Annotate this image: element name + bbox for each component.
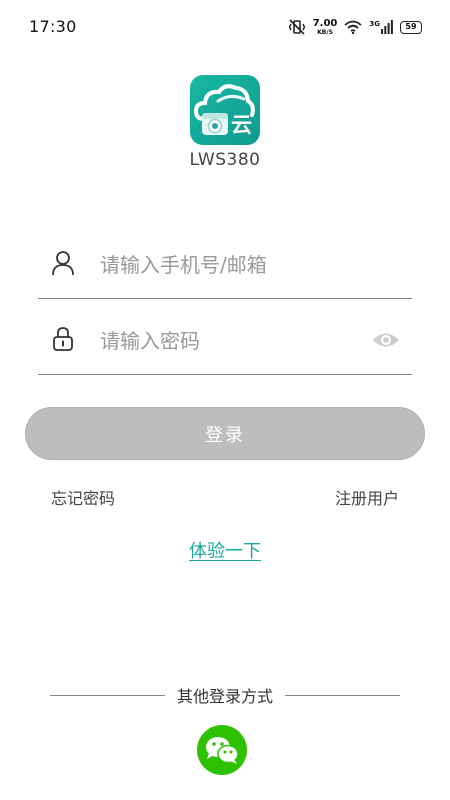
register-link[interactable]: 注册用户 [335, 485, 399, 509]
signal-bars-icon [381, 20, 393, 34]
password-input[interactable] [98, 320, 362, 362]
network-type: 3G [369, 20, 380, 28]
battery-indicator: 59 [400, 20, 422, 34]
status-time: 17:30 [29, 17, 77, 36]
status-icons: 7.00 KB/S 3G 59 [288, 16, 422, 38]
lock-icon [53, 327, 73, 351]
other-login-label: 其他登录方式 [177, 687, 274, 706]
net-speed: 7.00 KB/S [312, 17, 338, 36]
other-login-divider: 其他登录方式 [50, 683, 401, 707]
login-button[interactable]: 登录 [25, 407, 425, 460]
net-speed-unit: KB/S [317, 28, 333, 36]
logo-char: 云 [231, 113, 252, 137]
cell-signal: 3G [369, 20, 393, 34]
vibrate-mute-icon [288, 19, 305, 35]
trial-link[interactable]: 体验一下 [189, 541, 261, 562]
divider-line-left [50, 694, 165, 696]
wechat-login-button[interactable] [197, 725, 247, 775]
forgot-password-link[interactable]: 忘记密码 [51, 485, 115, 509]
trial-row: 体验一下 [0, 537, 450, 563]
user-icon [52, 251, 74, 276]
account-input[interactable] [98, 244, 362, 286]
status-bar: 17:30 7.00 KB/S 3G 59 [0, 0, 450, 54]
net-speed-value: 7.00 [312, 17, 338, 29]
app-logo: 云 [190, 75, 260, 145]
password-field[interactable] [38, 314, 412, 375]
wechat-icon [206, 737, 239, 764]
account-field[interactable] [38, 238, 412, 299]
eye-icon[interactable] [372, 330, 400, 350]
wifi-icon [344, 20, 362, 34]
divider-line-right [285, 694, 401, 696]
app-name: LWS380 [189, 150, 261, 170]
